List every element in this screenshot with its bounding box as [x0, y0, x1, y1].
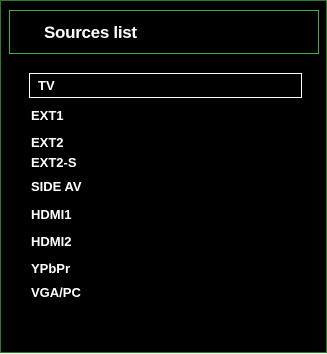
source-item-ext2-s[interactable]: EXT2-S: [31, 155, 77, 171]
source-item-vga-pc[interactable]: VGA/PC: [31, 285, 81, 301]
source-item-ext1[interactable]: EXT1: [31, 108, 64, 124]
sources-list-panel: Sources list TV EXT1 EXT2 EXT2-S SIDE AV…: [0, 0, 327, 353]
source-list: TV EXT1 EXT2 EXT2-S SIDE AV HDMI1 HDMI2 …: [1, 1, 327, 354]
source-item-hdmi2[interactable]: HDMI2: [31, 234, 71, 250]
source-item-side-av[interactable]: SIDE AV: [31, 179, 82, 195]
source-item-ypbpr[interactable]: YPbPr: [31, 261, 70, 277]
source-item-hdmi1[interactable]: HDMI1: [31, 207, 71, 223]
source-item-tv[interactable]: TV: [29, 73, 302, 98]
source-item-ext2[interactable]: EXT2: [31, 135, 64, 151]
